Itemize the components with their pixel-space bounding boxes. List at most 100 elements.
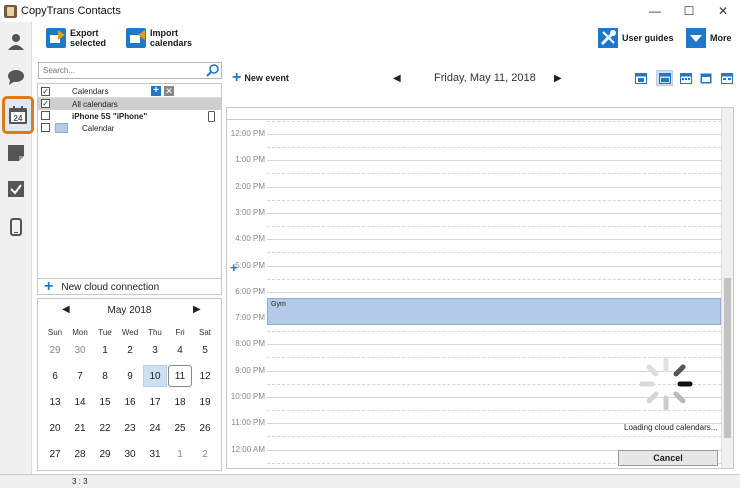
calendar-day[interactable]: 2: [193, 443, 217, 465]
calendar-day[interactable]: 6: [43, 365, 67, 387]
calendar-day[interactable]: 2: [118, 339, 142, 361]
calendar-day[interactable]: 23: [118, 417, 142, 439]
notes-nav-icon[interactable]: [5, 142, 27, 164]
calendar-day[interactable]: 3: [143, 339, 167, 361]
calendar-day[interactable]: 30: [68, 339, 92, 361]
calendar-day[interactable]: 11: [168, 365, 192, 387]
hour-line: [267, 344, 731, 346]
all-calendars-checkbox[interactable]: ✓: [41, 99, 50, 108]
cancel-button[interactable]: Cancel: [618, 450, 718, 466]
device-label: iPhone 5S "iPhone": [72, 111, 148, 121]
close-button[interactable]: ✕: [706, 0, 740, 22]
search-input[interactable]: [39, 63, 199, 78]
calendar-nav-icon[interactable]: 24: [2, 96, 34, 134]
new-event-button[interactable]: + New event: [232, 70, 289, 86]
calendar-day[interactable]: 28: [68, 443, 92, 465]
calendar-day[interactable]: 4: [168, 339, 192, 361]
hour-line: [267, 291, 731, 293]
calendars-panel: ✓ Calendars + ✕ ✓ All calendars iPhone 5…: [37, 83, 222, 295]
loading-overlay: Loading cloud calendars...: [616, 352, 720, 452]
current-date: Friday, May 11, 2018: [434, 72, 536, 84]
svg-text:24: 24: [14, 114, 23, 123]
tasks-nav-icon[interactable]: [5, 178, 27, 200]
more-button[interactable]: More: [686, 28, 732, 48]
weekday-header: Sat: [198, 328, 211, 337]
view-day-button[interactable]: [656, 70, 673, 86]
new-cloud-connection-button[interactable]: + New cloud connection: [38, 278, 221, 295]
add-event-icon[interactable]: +: [230, 260, 238, 275]
export-selected-button[interactable]: Export selected: [46, 28, 106, 48]
add-calendar-icon[interactable]: +: [151, 86, 161, 96]
select-all-checkbox[interactable]: ✓: [41, 87, 50, 96]
minimize-button[interactable]: —: [638, 0, 672, 22]
hour-label: 11:00 PM: [231, 418, 265, 428]
messages-nav-icon[interactable]: [5, 66, 27, 88]
next-day-button[interactable]: ▶: [554, 73, 562, 84]
hour-line: [267, 160, 731, 162]
maximize-button[interactable]: ☐: [672, 0, 706, 22]
prev-day-button[interactable]: ◀: [393, 73, 401, 84]
calendar-day[interactable]: 24: [143, 417, 167, 439]
all-day-row[interactable]: [227, 108, 721, 120]
hour-label: 8:00 PM: [235, 339, 265, 349]
calendar-day[interactable]: 1: [93, 339, 117, 361]
import-calendars-button[interactable]: Import calendars: [126, 28, 192, 48]
calendar-day[interactable]: 27: [43, 443, 67, 465]
view-week-button[interactable]: [697, 70, 714, 86]
calendar-day[interactable]: 12: [193, 365, 217, 387]
calendar-day[interactable]: 9: [118, 365, 142, 387]
calendar-day[interactable]: 15: [93, 391, 117, 413]
spinner-icon: [639, 357, 693, 411]
contacts-nav-icon[interactable]: [5, 30, 27, 52]
calendar-day[interactable]: 18: [168, 391, 192, 413]
calendar-day[interactable]: 29: [43, 339, 67, 361]
export-label-line2: selected: [70, 38, 107, 48]
calendar-day[interactable]: 1: [168, 443, 192, 465]
calendars-header-label: Calendars: [72, 87, 109, 96]
calendar-day[interactable]: 14: [68, 391, 92, 413]
calendar-day[interactable]: 10: [143, 365, 167, 387]
hour-label: 3:00 PM: [235, 207, 265, 217]
calendar-day[interactable]: 25: [168, 417, 192, 439]
calendar-day[interactable]: 7: [68, 365, 92, 387]
all-calendars-row[interactable]: ✓ All calendars: [38, 98, 221, 110]
user-guides-button[interactable]: User guides: [598, 28, 674, 48]
all-calendars-label: All calendars: [72, 99, 118, 109]
search-icon[interactable]: [206, 64, 219, 80]
device-checkbox[interactable]: [41, 111, 50, 120]
calendar-day[interactable]: 19: [193, 391, 217, 413]
device-row[interactable]: iPhone 5S "iPhone": [38, 110, 221, 122]
calendar-day[interactable]: 30: [118, 443, 142, 465]
weekday-header: Mon: [72, 328, 88, 337]
view-agenda-button[interactable]: [632, 70, 649, 86]
vertical-scrollbar[interactable]: [721, 108, 733, 468]
event-gym[interactable]: Gym: [267, 298, 721, 325]
view-workweek-button[interactable]: [677, 70, 694, 86]
calendar-day[interactable]: 17: [143, 391, 167, 413]
view-month-button[interactable]: [718, 70, 735, 86]
status-bar: 3 : 3: [0, 474, 740, 488]
remove-calendar-icon[interactable]: ✕: [164, 86, 174, 96]
scrollbar-thumb[interactable]: [724, 278, 731, 438]
plus-icon: +: [44, 278, 54, 295]
import-label-line2: calendars: [150, 38, 193, 48]
calendar-row[interactable]: Calendar: [38, 122, 221, 134]
calendar-day[interactable]: 16: [118, 391, 142, 413]
calendar-day[interactable]: 20: [43, 417, 67, 439]
device-nav-icon[interactable]: [5, 216, 27, 238]
calendar-day[interactable]: 8: [93, 365, 117, 387]
half-hour-line: [267, 199, 731, 201]
import-icon: [126, 28, 146, 48]
search-box[interactable]: [38, 62, 222, 79]
calendar-day[interactable]: 21: [68, 417, 92, 439]
calendar-day[interactable]: 26: [193, 417, 217, 439]
calendar-day[interactable]: 29: [93, 443, 117, 465]
hour-label: 9:00 PM: [235, 365, 265, 375]
calendar-checkbox[interactable]: [41, 123, 50, 132]
calendar-day[interactable]: 31: [143, 443, 167, 465]
calendar-day[interactable]: 5: [193, 339, 217, 361]
calendar-day[interactable]: 22: [93, 417, 117, 439]
calendars-header-row: ✓ Calendars + ✕: [38, 86, 221, 98]
calendar-day[interactable]: 13: [43, 391, 67, 413]
next-month-button[interactable]: ▶: [193, 304, 201, 315]
